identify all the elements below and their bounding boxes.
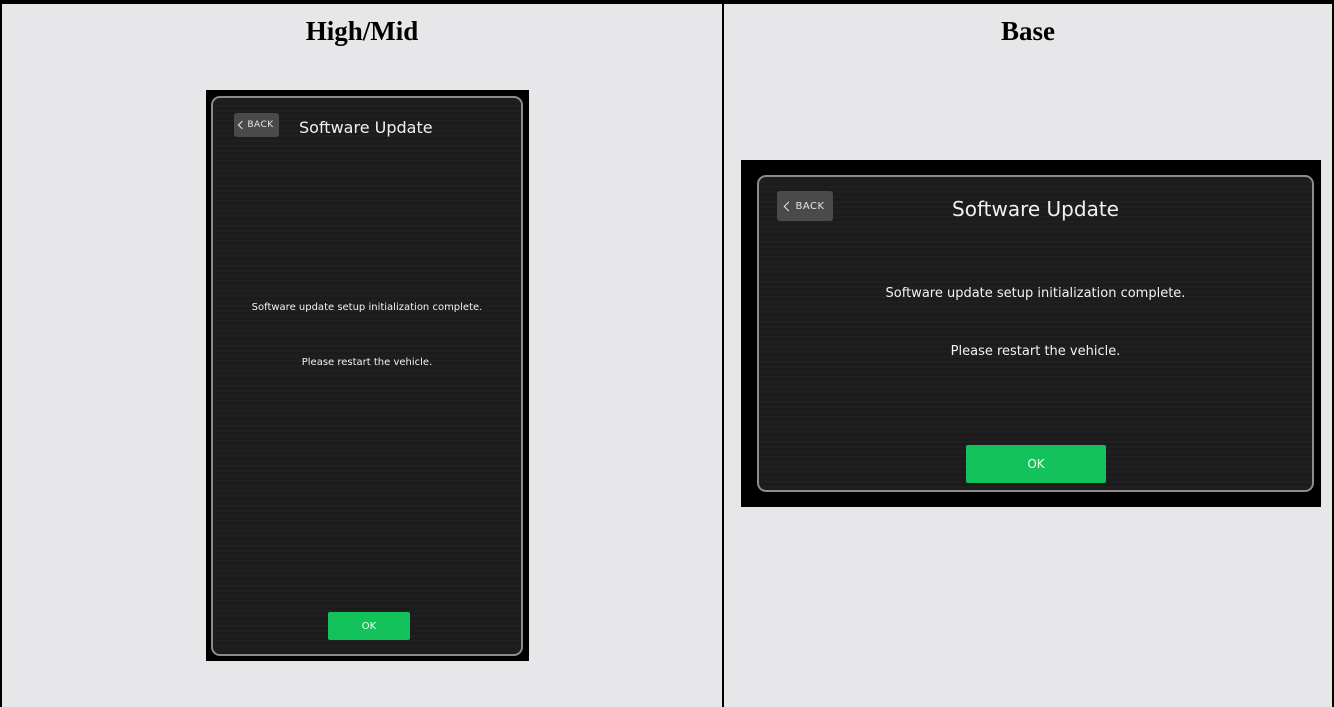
column-title: Base bbox=[1001, 16, 1055, 46]
back-button[interactable]: BACK bbox=[234, 113, 279, 137]
infotainment-screen-landscape: BACK Software Update Software update set… bbox=[741, 160, 1321, 507]
status-message: Software update setup initialization com… bbox=[251, 302, 483, 313]
ok-button[interactable]: OK bbox=[328, 612, 410, 640]
instruction-message: Please restart the vehicle. bbox=[950, 344, 1121, 359]
status-message: Software update setup initialization com… bbox=[885, 286, 1186, 301]
screen-frame: BACK Software Update Software update set… bbox=[211, 96, 523, 656]
chevron-left-icon bbox=[238, 120, 247, 130]
instruction-message: Please restart the vehicle. bbox=[301, 357, 433, 368]
screen-title: Software Update bbox=[952, 197, 1119, 221]
column-high-mid: High/Mid BACK Software Update Software u… bbox=[0, 4, 722, 707]
ok-button[interactable]: OK bbox=[966, 445, 1106, 483]
infotainment-screen-portrait: BACK Software Update Software update set… bbox=[206, 90, 529, 661]
column-title: High/Mid bbox=[305, 16, 419, 46]
screen-title: Software Update bbox=[299, 118, 433, 137]
back-button-label: BACK bbox=[247, 120, 274, 130]
screen-frame: BACK Software Update Software update set… bbox=[757, 175, 1314, 492]
